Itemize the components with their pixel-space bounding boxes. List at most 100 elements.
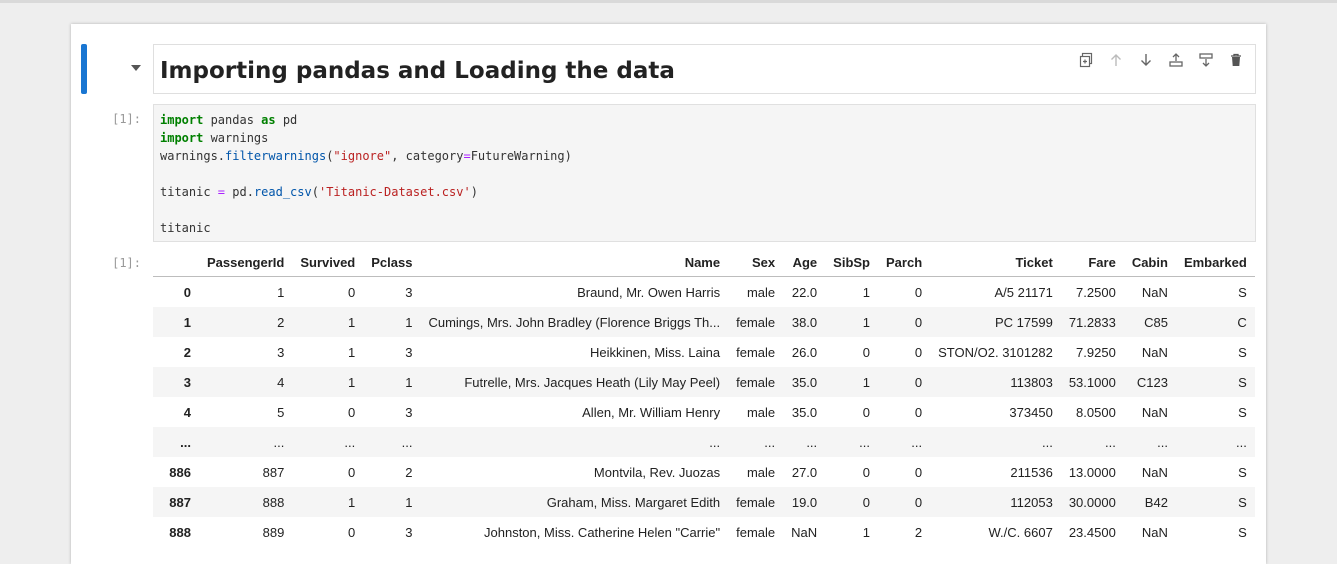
table-cell: 887 xyxy=(262,464,285,480)
table-cell: 1 xyxy=(862,524,870,540)
row-index: 887 xyxy=(169,494,191,510)
table-cell: NaN xyxy=(1141,404,1168,420)
input-prompt: [1]: xyxy=(112,112,141,126)
code-line-7: titanic xyxy=(160,221,211,235)
table-cell: 27.0 xyxy=(791,464,818,480)
table-cell: Allen, Mr. William Henry xyxy=(582,404,721,420)
column-header: Fare xyxy=(1060,249,1124,277)
table-cell: NaN xyxy=(1141,524,1168,540)
table-cell: 112053 xyxy=(1010,494,1053,510)
table-cell: 35.0 xyxy=(791,374,818,390)
table-cell: NaN xyxy=(1141,344,1168,360)
table-cell: ... xyxy=(1041,434,1053,450)
table-cell: 0 xyxy=(862,404,870,420)
table-cell: female xyxy=(736,314,776,330)
table-cell: male xyxy=(746,464,776,480)
table-cell: 0 xyxy=(862,464,870,480)
table-cell: 7.2500 xyxy=(1076,284,1116,300)
table-cell: PC 17599 xyxy=(994,314,1053,330)
code-line-1: import pandas as pd xyxy=(160,113,298,127)
table-cell: 888 xyxy=(262,494,285,510)
code-cell[interactable]: import pandas as pd import warnings warn… xyxy=(153,104,1256,242)
table-cell: 2 xyxy=(914,524,923,540)
table-cell: 0 xyxy=(914,464,923,480)
row-index: 3 xyxy=(183,374,191,390)
table-cell: ... xyxy=(1235,434,1247,450)
table-cell: C123 xyxy=(1136,374,1168,390)
table-cell: 3 xyxy=(405,284,413,300)
table-cell: 5 xyxy=(277,404,285,420)
move-up-icon[interactable] xyxy=(1105,49,1127,71)
column-header: SibSp xyxy=(825,249,878,277)
table-cell: 0 xyxy=(914,374,923,390)
notebook-panel: Importing pandas and Loading the data [1… xyxy=(71,24,1266,564)
row-index: 0 xyxy=(183,284,191,300)
table-cell: ... xyxy=(344,434,356,450)
table-cell: Graham, Miss. Margaret Edith xyxy=(546,494,721,510)
table-cell: 0 xyxy=(348,404,356,420)
table-cell: 0 xyxy=(348,284,356,300)
table-cell: ... xyxy=(401,434,413,450)
table-cell: S xyxy=(1238,344,1247,360)
table-cell: 1 xyxy=(348,314,356,330)
table-row: ....................................... xyxy=(153,427,1255,457)
insert-below-icon[interactable] xyxy=(1195,49,1217,71)
table-cell: S xyxy=(1238,374,1247,390)
table-cell: 0 xyxy=(914,284,923,300)
table-row: 888 889 0 3 Johnston, Miss. Catherine Helen … xyxy=(153,517,1255,547)
table-cell: 1 xyxy=(348,494,356,510)
column-header: Sex xyxy=(728,249,784,277)
table-cell: C xyxy=(1237,314,1247,330)
table-body: 0 1 0 3 Braund, Mr. Owen Harris male 22.0 1 0 A/5… xyxy=(153,277,1255,548)
table-cell: 13.0000 xyxy=(1068,464,1116,480)
column-header: Ticket xyxy=(930,249,1061,277)
table-cell: 8.0500 xyxy=(1076,404,1116,420)
table-cell: Heikkinen, Miss. Laina xyxy=(590,344,721,360)
table-cell: 22.0 xyxy=(791,284,818,300)
delete-icon[interactable] xyxy=(1225,49,1247,71)
column-header: Cabin xyxy=(1123,249,1176,277)
duplicate-icon[interactable] xyxy=(1075,49,1097,71)
markdown-cell[interactable]: Importing pandas and Loading the data xyxy=(153,44,1256,94)
window-top-border xyxy=(0,0,1337,3)
table-cell: Montvila, Rev. Juozas xyxy=(593,464,721,480)
table-cell: 0 xyxy=(862,494,870,510)
move-down-icon[interactable] xyxy=(1135,49,1157,71)
table-cell: female xyxy=(736,524,776,540)
table-cell: W./C. 6607 xyxy=(988,524,1053,540)
table-cell: 38.0 xyxy=(791,314,818,330)
table-row: 887 888 1 1 Graham, Miss. Margaret Edith fema… xyxy=(153,487,1255,517)
table-cell: 4 xyxy=(277,374,285,390)
table-cell: 1 xyxy=(348,374,356,390)
code-editor[interactable]: import pandas as pd import warnings warn… xyxy=(160,111,572,237)
table-cell: female xyxy=(736,374,776,390)
table-cell: female xyxy=(736,494,776,510)
table-cell: 23.4500 xyxy=(1068,524,1116,540)
table-cell: 1 xyxy=(862,314,870,330)
table-cell: 53.1000 xyxy=(1068,374,1116,390)
table-cell: 0 xyxy=(914,314,923,330)
index-header xyxy=(153,249,199,277)
table-cell: STON/O2. 3101282 xyxy=(938,344,1053,360)
table-cell: C85 xyxy=(1144,314,1168,330)
code-line-5: titanic = pd.read_csv('Titanic-Dataset.c… xyxy=(160,185,478,199)
insert-above-icon[interactable] xyxy=(1165,49,1187,71)
column-header: Survived xyxy=(292,249,364,277)
column-header: Pclass xyxy=(363,249,421,277)
table-cell: 889 xyxy=(262,524,285,540)
table-cell: Cumings, Mrs. John Bradley (Florence Bri… xyxy=(428,314,721,330)
active-cell-indicator xyxy=(81,44,87,94)
collapse-heading-icon[interactable] xyxy=(131,65,141,71)
column-header: Name xyxy=(420,249,729,277)
cell-toolbar xyxy=(1075,49,1247,71)
column-header: Age xyxy=(783,249,826,277)
table-cell: 0 xyxy=(862,344,870,360)
table-cell: ... xyxy=(911,434,923,450)
table-cell: 1 xyxy=(405,314,413,330)
table-cell: male xyxy=(746,284,776,300)
table-cell: Futrelle, Mrs. Jacques Heath (Lily May P… xyxy=(464,374,721,390)
table-cell: ... xyxy=(764,434,776,450)
table-cell: S xyxy=(1238,404,1247,420)
table-cell: ... xyxy=(806,434,818,450)
table-cell: male xyxy=(746,404,776,420)
